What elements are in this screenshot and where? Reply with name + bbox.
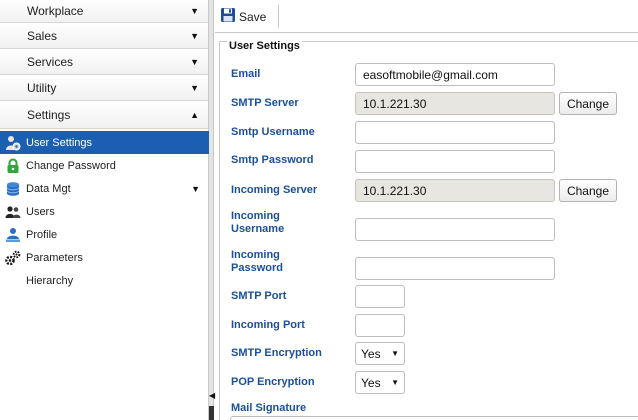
incoming-port-label: Incoming Port — [231, 319, 305, 331]
user-settings-icon — [4, 134, 22, 152]
sidebar-item-label: Profile — [26, 228, 58, 241]
incoming-username-field[interactable] — [355, 218, 555, 241]
menu-section-label: Sales — [27, 28, 58, 43]
sidebar-item-hierarchy[interactable]: Hierarchy — [0, 269, 209, 292]
sidebar-item-users[interactable]: Users — [0, 200, 209, 223]
sidebar-item-parameters[interactable]: Parameters — [0, 246, 209, 269]
incoming-password-label-line2: Password — [231, 262, 283, 274]
incoming-password-label-line1: Incoming — [231, 249, 280, 261]
floppy-disk-icon — [220, 7, 236, 26]
menu-section-services[interactable]: Services ▼ — [0, 49, 208, 75]
settings-submenu: User Settings Change Password Data Mgt ▼… — [0, 131, 209, 292]
collapse-arrow-icon[interactable]: ◀ — [209, 392, 215, 400]
smtp-encryption-select[interactable]: Yes ▼ — [355, 342, 405, 365]
pop-encryption-select[interactable]: Yes ▼ — [355, 371, 405, 394]
menu-section-utility[interactable]: Utility ▼ — [0, 75, 208, 101]
chevron-down-icon: ▼ — [190, 30, 199, 41]
smtp-encryption-label: SMTP Encryption — [231, 347, 322, 359]
smtp-port-field[interactable] — [355, 285, 405, 308]
sidebar-item-profile[interactable]: Profile — [0, 223, 209, 246]
chevron-down-icon: ▼ — [191, 183, 200, 194]
main-content: Save User Settings Email easoftmobile@gm… — [215, 0, 638, 420]
chevron-down-icon: ▼ — [190, 82, 199, 93]
lock-icon — [4, 157, 22, 175]
database-icon — [4, 180, 22, 198]
profile-icon — [4, 226, 22, 244]
sidebar-item-data-mgt[interactable]: Data Mgt ▼ — [0, 177, 209, 200]
smtp-password-label: Smtp Password — [231, 154, 314, 166]
menu-section-sales[interactable]: Sales ▼ — [0, 23, 208, 49]
users-icon — [4, 203, 22, 221]
chevron-down-icon: ▼ — [391, 349, 399, 358]
email-label: Email — [231, 68, 261, 80]
mail-signature-label: Mail Signature — [231, 402, 307, 414]
save-button-label: Save — [239, 9, 267, 24]
chevron-down-icon: ▼ — [190, 56, 199, 67]
chevron-down-icon: ▼ — [190, 6, 199, 16]
smtp-port-label: SMTP Port — [231, 290, 287, 302]
incoming-username-label-line2: Username — [231, 223, 285, 235]
menu-section-label: Services — [27, 54, 74, 69]
menu-section-workplace[interactable]: Workplace ▼ — [0, 0, 208, 23]
pop-encryption-value: Yes — [361, 375, 381, 390]
chevron-down-icon: ▼ — [391, 378, 399, 387]
form-legend: User Settings — [227, 40, 302, 52]
user-settings-form: User Settings Email easoftmobile@gmail.c… — [219, 40, 638, 420]
sidebar-splitter[interactable]: ◀ — [209, 0, 215, 420]
sidebar-item-label: User Settings — [26, 136, 93, 149]
smtp-server-change-button[interactable]: Change — [559, 92, 617, 115]
menu-section-settings[interactable]: Settings ▲ — [0, 101, 208, 129]
sidebar: Workplace ▼ Sales ▼ Services ▼ Utility ▼… — [0, 0, 209, 420]
sidebar-item-label: Change Password — [26, 159, 116, 172]
splitter-handle[interactable] — [209, 406, 214, 420]
incoming-username-label-line1: Incoming — [231, 210, 280, 222]
pop-encryption-label: POP Encryption — [231, 376, 315, 388]
incoming-port-field[interactable] — [355, 314, 405, 337]
smtp-server-field: 10.1.221.30 — [355, 92, 555, 115]
incoming-password-field[interactable] — [355, 257, 555, 280]
sidebar-item-label: Data Mgt — [26, 182, 71, 195]
smtp-server-label: SMTP Server — [231, 97, 299, 109]
sidebar-item-label: Users — [26, 205, 55, 218]
sidebar-item-user-settings[interactable]: User Settings — [0, 131, 209, 154]
menu-section-label: Utility — [27, 80, 57, 95]
sidebar-item-change-password[interactable]: Change Password — [0, 154, 209, 177]
mail-signature-editor[interactable] — [230, 416, 638, 420]
toolbar: Save — [215, 0, 638, 33]
email-field[interactable]: easoftmobile@gmail.com — [355, 63, 555, 86]
save-button[interactable]: Save — [220, 5, 280, 28]
menu-section-label: Workplace — [27, 4, 84, 18]
chevron-up-icon: ▲ — [190, 109, 199, 120]
smtp-username-field[interactable] — [355, 121, 555, 144]
incoming-server-change-button[interactable]: Change — [559, 179, 617, 202]
smtp-encryption-value: Yes — [361, 346, 381, 361]
sidebar-item-label: Hierarchy — [26, 274, 74, 287]
hierarchy-icon — [4, 272, 22, 290]
incoming-server-field: 10.1.221.30 — [355, 179, 555, 202]
smtp-username-label: Smtp Username — [231, 126, 315, 138]
gears-icon — [4, 249, 22, 267]
sidebar-item-label: Parameters — [26, 251, 83, 264]
smtp-password-field[interactable] — [355, 150, 555, 173]
incoming-server-label: Incoming Server — [231, 184, 318, 196]
menu-section-label: Settings — [27, 107, 71, 122]
